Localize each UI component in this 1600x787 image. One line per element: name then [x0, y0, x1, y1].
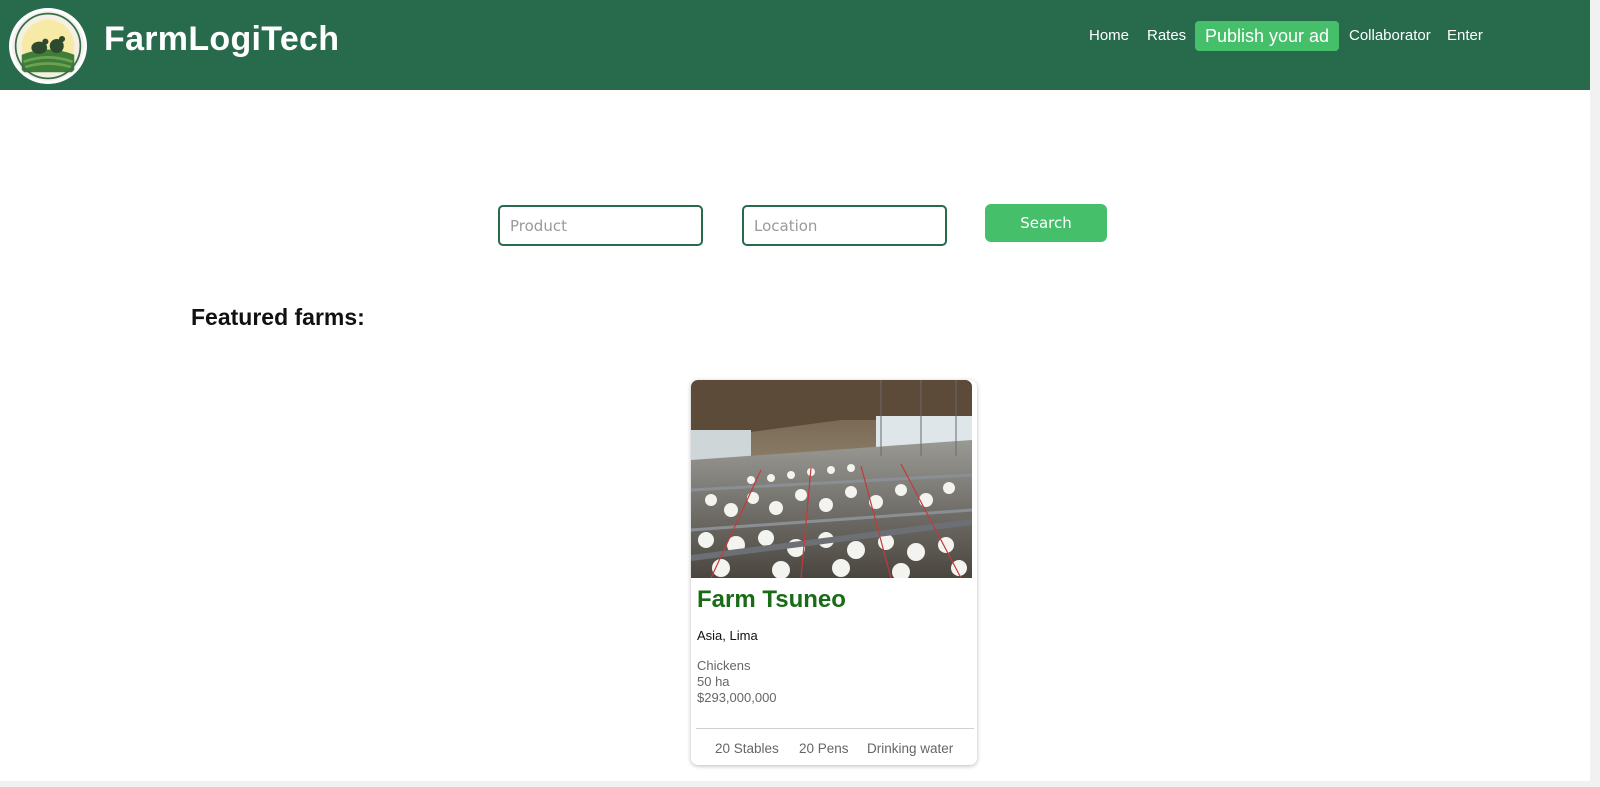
farm-price: $293,000,000 [697, 690, 777, 705]
poultry-house-photo[interactable] [691, 380, 972, 578]
top-navbar: FarmLogiTech Home Rates Publish your ad … [0, 0, 1590, 90]
product-input[interactable] [498, 205, 703, 246]
featured-farms-heading: Featured farms: [191, 304, 365, 330]
publish-ad-button[interactable]: Publish your ad [1195, 21, 1339, 51]
nav-rates[interactable]: Rates [1147, 27, 1186, 44]
location-input[interactable] [742, 205, 947, 246]
page-bottom-edge [0, 781, 1590, 787]
farm-card[interactable]: Farm Tsuneo Asia, Lima Chickens 50 ha $2… [691, 380, 977, 765]
page: FarmLogiTech Home Rates Publish your ad … [0, 0, 1600, 787]
farm-logo-icon[interactable] [9, 8, 87, 84]
farm-location: Asia, Lima [697, 628, 758, 643]
farm-name[interactable]: Farm Tsuneo [697, 586, 846, 614]
search-button[interactable]: Search [985, 204, 1107, 242]
nav-enter[interactable]: Enter [1447, 27, 1483, 44]
vertical-scrollbar[interactable] [1590, 0, 1600, 787]
feature-stables: 20 Stables [715, 741, 779, 756]
feature-drinking-water: Drinking water [867, 741, 954, 756]
brand-name[interactable]: FarmLogiTech [104, 20, 339, 59]
feature-pens: 20 Pens [799, 741, 849, 756]
farm-area: 50 ha [697, 674, 730, 689]
card-divider [696, 728, 974, 729]
farm-product: Chickens [697, 658, 751, 673]
nav-home[interactable]: Home [1089, 27, 1129, 44]
nav-collaborator[interactable]: Collaborator [1349, 27, 1431, 44]
